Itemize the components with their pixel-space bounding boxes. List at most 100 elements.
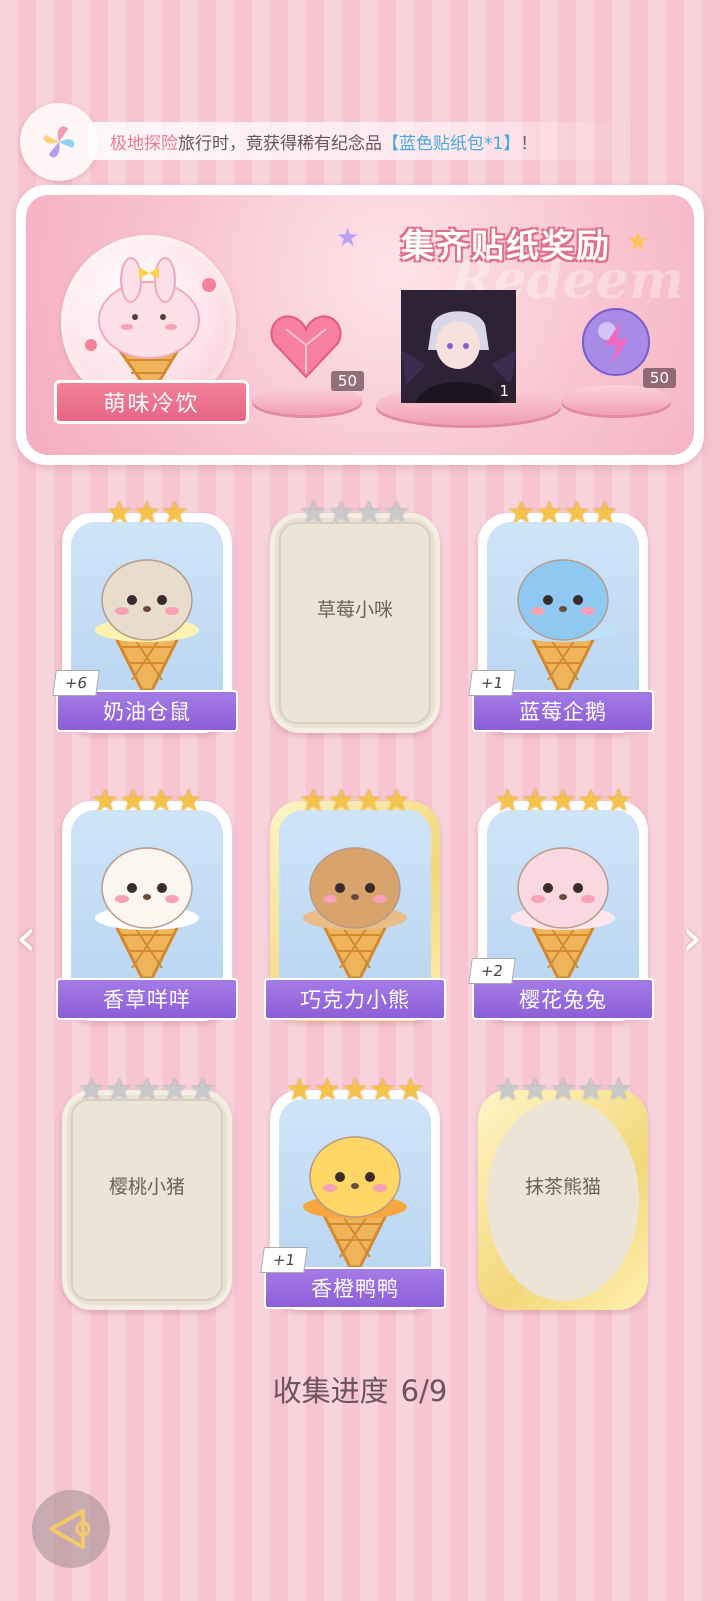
star-empty-icon: ★	[355, 494, 383, 531]
card-name: 香橙鸭鸭	[264, 1267, 446, 1309]
notice-location: 极地探险	[110, 133, 178, 154]
star-empty-icon: ★	[549, 1071, 577, 1108]
star-empty-icon: ★	[133, 1071, 161, 1108]
collection-progress: 收集进度 6/9	[0, 1368, 720, 1410]
card-name: 樱花兔兔	[472, 978, 654, 1020]
reward-heart-gem[interactable]: 50	[266, 305, 364, 391]
card-name: 香草咩咩	[56, 978, 238, 1020]
back-button[interactable]	[32, 1490, 110, 1568]
pedestal	[561, 385, 671, 415]
star-rating: ★ ★ ★	[62, 495, 232, 531]
star-filled-icon: ★	[299, 782, 328, 819]
star-empty-icon: ★	[188, 1071, 217, 1108]
star-filled-icon: ★	[174, 782, 203, 819]
sticker-card[interactable]: ★ ★ ★ 奶油仓鼠 +6	[52, 495, 238, 733]
bear-icecream-icon	[303, 847, 407, 980]
card-name: 蓝莓企鹅	[472, 690, 654, 732]
star-empty-icon: ★	[493, 1071, 522, 1108]
reward-lightning-orb[interactable]: 50	[579, 305, 676, 388]
hamster-icecream-icon	[95, 559, 199, 692]
duplicate-count-badge: +1	[468, 670, 516, 696]
star-filled-icon: ★	[590, 494, 619, 531]
reward-count: 50	[330, 371, 364, 391]
penguin-icecream-icon	[511, 559, 615, 692]
pinwheel-icon	[43, 126, 75, 158]
prev-page-arrow[interactable]: ‹	[8, 910, 44, 966]
star-empty-icon: ★	[604, 1071, 633, 1108]
sticker-card[interactable]: ★ ★ ★ ★ ★ 樱桃小猪	[62, 1072, 232, 1310]
reward-title-banner: 集齐贴纸奖励	[361, 217, 651, 269]
duplicate-count-badge: +6	[52, 670, 100, 696]
sticker-card[interactable]: ★ ★ ★ ★ 巧克力小熊	[264, 782, 446, 1021]
card-background	[279, 522, 431, 724]
reward-panel-inner: Redeem ★ ★ 集齐贴纸奖励 萌味冷饮 50 1 50	[26, 195, 694, 455]
star-empty-icon: ★	[160, 1071, 189, 1108]
star-filled-icon: ★	[119, 782, 147, 819]
star-filled-icon: ★	[313, 1071, 342, 1108]
card-background	[487, 1099, 639, 1301]
star-deco-icon: ★	[336, 223, 360, 253]
card-background	[71, 1099, 223, 1301]
star-filled-icon: ★	[105, 494, 134, 531]
star-filled-icon: ★	[563, 494, 591, 531]
star-rating: ★ ★ ★ ★ ★	[478, 1072, 648, 1108]
sticker-card[interactable]: ★ ★ ★ ★ 香草咩咩	[56, 782, 238, 1021]
star-empty-icon: ★	[521, 1071, 550, 1108]
star-empty-icon: ★	[299, 494, 328, 531]
notice-item: 【蓝色贴纸包*1】	[382, 133, 521, 154]
star-rating: ★ ★ ★ ★ ★	[478, 783, 648, 819]
star-empty-icon: ★	[327, 494, 355, 531]
star-rating: ★ ★ ★ ★	[478, 495, 648, 531]
star-filled-icon: ★	[285, 1071, 314, 1108]
star-empty-icon: ★	[382, 494, 411, 531]
star-rating: ★ ★ ★ ★	[270, 495, 440, 531]
duplicate-count-badge: +2	[468, 958, 516, 984]
star-filled-icon: ★	[507, 494, 536, 531]
progress-label: 收集进度	[272, 1374, 389, 1408]
sticker-card[interactable]: ★ ★ ★ ★ ★ 香橙鸭鸭 +1	[260, 1072, 446, 1310]
next-page-arrow[interactable]: ›	[674, 910, 710, 966]
notice-end: ！	[520, 133, 538, 154]
card-name: 抹茶熊猫	[524, 1176, 601, 1198]
star-filled-icon: ★	[341, 1071, 369, 1108]
app-logo[interactable]	[20, 103, 98, 181]
sticker-card[interactable]: ★ ★ ★ ★ 蓝莓企鹅 +1	[468, 495, 654, 733]
star-filled-icon: ★	[355, 782, 383, 819]
star-empty-icon: ★	[77, 1071, 106, 1108]
star-filled-icon: ★	[327, 782, 355, 819]
star-filled-icon: ★	[521, 782, 550, 819]
progress-value: 6/9	[400, 1374, 448, 1408]
star-empty-icon: ★	[576, 1071, 605, 1108]
star-filled-icon: ★	[368, 1071, 397, 1108]
reward-count: 1	[492, 381, 516, 401]
star-filled-icon: ★	[160, 494, 189, 531]
card-name: 樱桃小猪	[108, 1176, 185, 1198]
notice-text: 旅行时，竟获得稀有纪念品	[178, 133, 382, 154]
reward-character-portrait[interactable]: 1	[401, 290, 516, 403]
reward-count: 50	[642, 368, 676, 388]
star-filled-icon: ★	[493, 782, 522, 819]
star-filled-icon: ★	[396, 1071, 425, 1108]
reward-title: 集齐贴纸奖励	[401, 226, 611, 265]
card-name: 奶油仓鼠	[56, 690, 238, 732]
star-filled-icon: ★	[549, 782, 577, 819]
star-rating: ★ ★ ★ ★ ★	[62, 1072, 232, 1108]
event-notice: 极地探险 旅行时，竟获得稀有纪念品 【蓝色贴纸包*1】 ！	[88, 122, 628, 160]
duck-icecream-icon	[303, 1136, 407, 1269]
star-filled-icon: ★	[535, 494, 563, 531]
sticker-card[interactable]: ★ ★ ★ ★ ★ 抹茶熊猫	[478, 1072, 648, 1310]
duplicate-count-badge: +1	[260, 1247, 308, 1273]
sticker-card[interactable]: ★ ★ ★ ★ 草莓小咪	[270, 495, 440, 733]
card-name: 草莓小咪	[316, 599, 393, 621]
star-filled-icon: ★	[133, 494, 161, 531]
star-rating: ★ ★ ★ ★ ★	[270, 1072, 440, 1108]
featured-label: 萌味冷饮	[54, 380, 249, 424]
star-filled-icon: ★	[91, 782, 120, 819]
collection-reward-panel: Redeem ★ ★ 集齐贴纸奖励 萌味冷饮 50 1 50	[16, 185, 704, 465]
star-empty-icon: ★	[105, 1071, 134, 1108]
sheep-icecream-icon	[95, 847, 199, 980]
bunny-icecream-icon	[511, 847, 615, 980]
sticker-card[interactable]: ★ ★ ★ ★ ★ 樱花兔兔 +2	[468, 783, 654, 1021]
star-filled-icon: ★	[604, 782, 633, 819]
card-name: 巧克力小熊	[264, 978, 446, 1020]
